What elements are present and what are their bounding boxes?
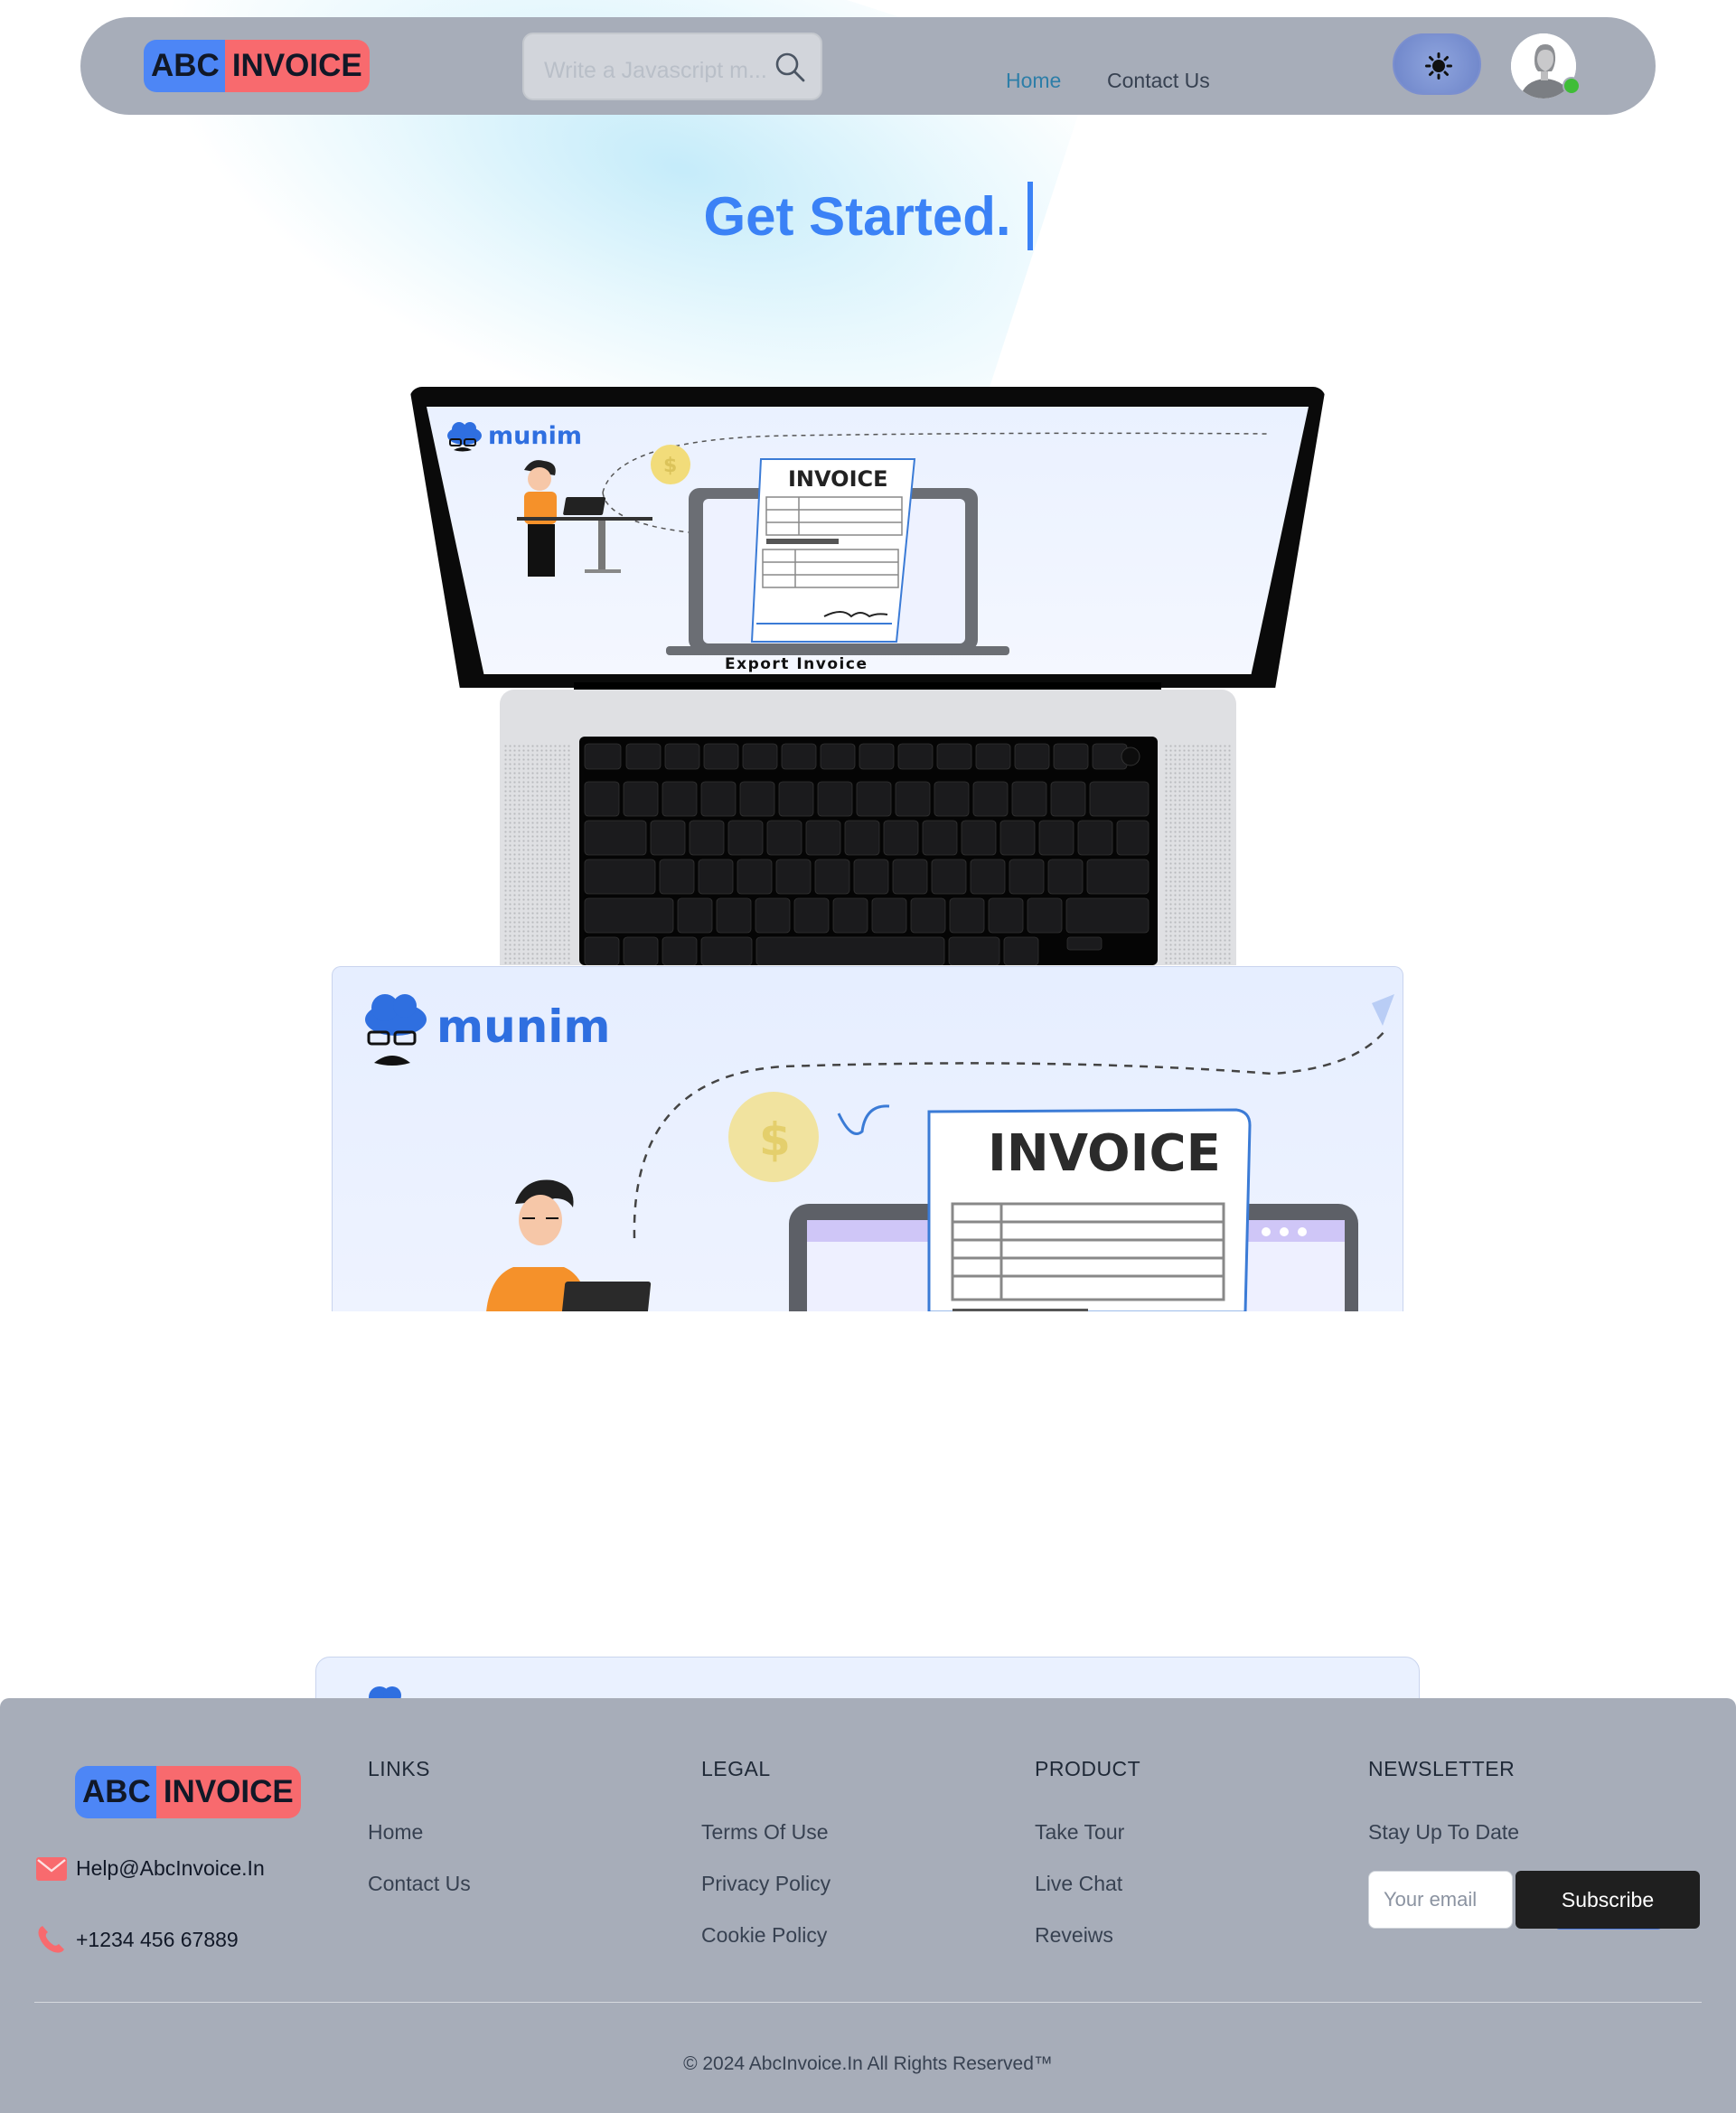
search-input[interactable] — [544, 54, 770, 87]
card-doc-title: INVOICE — [988, 1124, 1221, 1183]
footer-links-title: LINKS — [368, 1757, 430, 1780]
laptop-mockup: munim $ INVOICE Export Invoice — [409, 387, 1326, 966]
typing-caret — [1027, 182, 1033, 251]
card-app-name: munim — [436, 1000, 611, 1053]
footer-phone[interactable]: +1234 456 67889 — [36, 1924, 239, 1955]
copyright-text: © 2024 AbcInvoice.In All Rights Reserved… — [683, 2053, 1053, 2074]
footer-phone-text: +1234 456 67889 — [76, 1927, 239, 1951]
theme-toggle-button[interactable] — [1393, 33, 1481, 95]
phone-icon — [38, 1926, 64, 1953]
laptop-body — [500, 690, 1236, 966]
footer-link-terms[interactable]: Terms Of Use — [701, 1820, 829, 1845]
mail-icon — [36, 1856, 67, 1881]
screen-caption: Export Invoice — [725, 655, 868, 673]
footer-email[interactable]: Help@AbcInvoice.In — [36, 1856, 265, 1881]
top-navbar: ABCINVOICE Home Contact Us — [80, 17, 1656, 115]
online-status-dot — [1562, 77, 1581, 95]
footer-brand-logo[interactable]: ABC INVOICE — [75, 1766, 301, 1818]
screen-illustration: munim $ INVOICE Export Invoice — [447, 422, 1268, 673]
hero-title: Get Started. — [0, 182, 1736, 251]
footer-divider — [34, 2002, 1702, 2003]
keyboard-keys — [584, 743, 1150, 966]
screen-app-name: munim — [488, 422, 582, 450]
footer-link-cookie[interactable]: Cookie Policy — [701, 1923, 827, 1948]
footer-newsletter-title: NEWSLETTER — [1368, 1757, 1515, 1780]
coin-symbol: $ — [663, 455, 677, 477]
site-footer: ABC INVOICE Help@AbcInvoice.In +1234 456 … — [0, 1698, 1736, 2113]
footer-legal-title: LEGAL — [701, 1757, 771, 1780]
footer-link-chat[interactable]: Live Chat — [1035, 1872, 1122, 1896]
logo-invoice: INVOICE — [224, 40, 370, 92]
subscribe-button[interactable]: Subscribe — [1515, 1871, 1700, 1929]
laptop-screen: munim $ INVOICE Export Invoice — [427, 407, 1309, 674]
card2-logo-fragment — [369, 1686, 401, 1701]
illustration-card-secondary — [315, 1657, 1420, 1702]
munim-logo-icon — [447, 422, 482, 452]
footer-product-title: PRODUCT — [1035, 1757, 1141, 1780]
footer-link-privacy[interactable]: Privacy Policy — [701, 1872, 830, 1896]
search-icon[interactable] — [774, 51, 806, 83]
speaker-right — [1164, 744, 1233, 965]
newsletter-email-input[interactable] — [1368, 1871, 1513, 1929]
footer-link-reviews[interactable]: Reveiws — [1035, 1923, 1113, 1948]
footer-logo-invoice: INVOICE — [155, 1766, 301, 1818]
munim-logo-icon-large — [365, 994, 427, 1066]
laptop-keyboard — [579, 737, 1158, 966]
brand-logo[interactable]: ABC INVOICE — [144, 40, 370, 92]
card-coin-symbol: $ — [759, 1113, 791, 1166]
footer-email-text: Help@AbcInvoice.In — [76, 1856, 265, 1880]
footer-link-home[interactable]: Home — [368, 1820, 423, 1845]
footer-link-tour[interactable]: Take Tour — [1035, 1820, 1124, 1845]
screen-doc-title: INVOICE — [788, 466, 888, 492]
sun-icon — [1425, 52, 1452, 80]
newsletter-subtitle: Stay Up To Date — [1368, 1820, 1520, 1844]
illustration-card: munim $ INVOICE — [332, 966, 1403, 1311]
logo-abc: ABC — [144, 40, 225, 92]
footer-link-contact[interactable]: Contact Us — [368, 1872, 471, 1896]
nav-link-home[interactable]: Home — [1006, 69, 1061, 93]
search-box — [522, 33, 822, 100]
speaker-left — [503, 744, 572, 965]
nav-link-contact[interactable]: Contact Us — [1107, 69, 1210, 93]
card-illustration: munim $ INVOICE — [365, 994, 1394, 1311]
footer-logo-abc: ABC — [75, 1766, 156, 1818]
hero-title-text: Get Started. — [703, 186, 1011, 247]
